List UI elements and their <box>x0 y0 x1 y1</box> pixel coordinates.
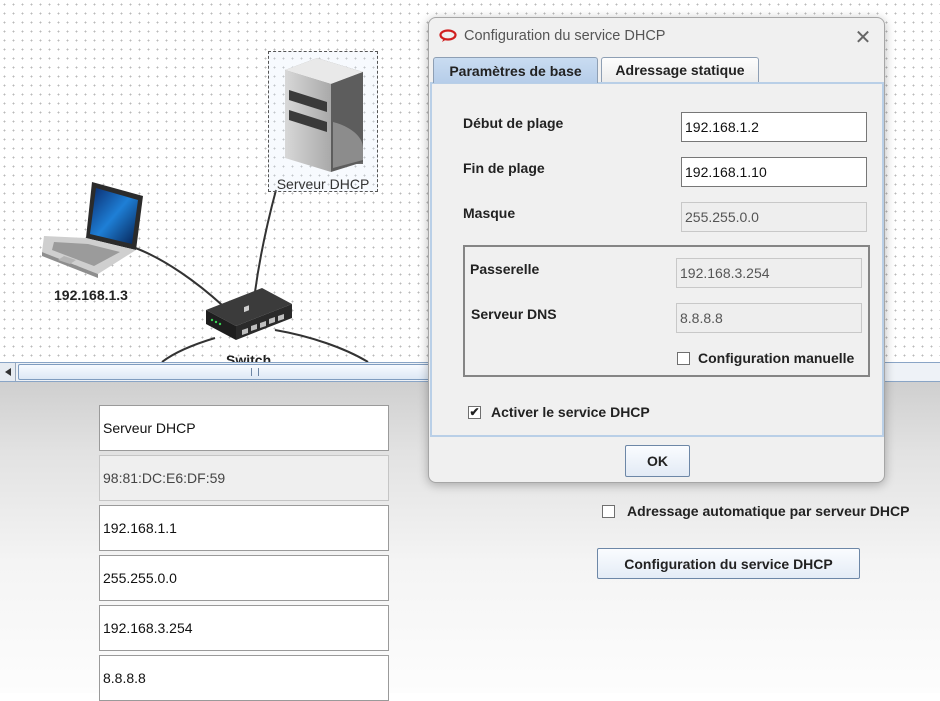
manual-config-label: Configuration manuelle <box>698 350 855 366</box>
activate-dhcp-label: Activer le service DHCP <box>491 404 650 420</box>
subnet-mask-field[interactable]: 255.255.0.0 <box>99 555 389 601</box>
server-label: Serveur DHCP <box>276 176 370 192</box>
tab-basic-settings[interactable]: Paramètres de base <box>433 57 598 83</box>
gateway-dns-group: Passerelle 192.168.3.254 Serveur DNS 8.8… <box>463 245 870 377</box>
range-end-label: Fin de plage <box>463 160 545 176</box>
auto-dhcp-option[interactable]: Adressage automatique par serveur DHCP <box>602 503 909 519</box>
check-icon: ✔ <box>469 405 480 419</box>
gateway-label: Passerelle <box>470 261 540 277</box>
device-name-field[interactable]: Serveur DHCP <box>99 405 389 451</box>
range-end-input[interactable]: 192.168.1.10 <box>681 157 867 187</box>
ok-button[interactable]: OK <box>625 445 690 477</box>
dns-field[interactable]: 8.8.8.8 <box>99 655 389 701</box>
range-start-label: Début de plage <box>463 115 564 131</box>
manual-config-option[interactable]: Configuration manuelle <box>677 350 854 366</box>
manual-config-checkbox[interactable] <box>677 351 690 365</box>
basic-settings-panel: Début de plage 192.168.1.2 Fin de plage … <box>430 82 884 437</box>
mask-input: 255.255.0.0 <box>681 202 867 232</box>
dns-label: Serveur DNS <box>471 306 557 322</box>
ip-address-field[interactable]: 192.168.1.1 <box>99 505 389 551</box>
dhcp-config-dialog: Configuration du service DHCP ✕ Paramètr… <box>428 17 885 483</box>
mask-label: Masque <box>463 205 516 221</box>
switch-label: Switch <box>226 352 272 362</box>
scroll-left-arrow-icon[interactable] <box>0 363 16 381</box>
dhcp-config-button[interactable]: Configuration du service DHCP <box>597 548 860 579</box>
gateway-field[interactable]: 192.168.3.254 <box>99 605 389 651</box>
range-start-input[interactable]: 192.168.1.2 <box>681 112 867 142</box>
gateway-input: 192.168.3.254 <box>676 258 862 288</box>
laptop-label: 192.168.1.3 <box>54 287 128 303</box>
app-logo-icon <box>439 29 457 42</box>
tab-static-addressing[interactable]: Adressage statique <box>601 57 759 82</box>
dialog-titlebar[interactable]: Configuration du service DHCP ✕ <box>429 18 884 56</box>
dhcp-server-node[interactable]: Serveur DHCP <box>268 51 378 192</box>
link-server-switch <box>254 189 277 293</box>
dialog-title: Configuration du service DHCP <box>464 28 666 44</box>
switch-icon[interactable] <box>200 284 296 344</box>
close-icon[interactable]: ✕ <box>850 24 876 50</box>
dns-input: 8.8.8.8 <box>676 303 862 333</box>
activate-dhcp-option[interactable]: ✔ Activer le service DHCP <box>468 404 650 420</box>
laptop-icon[interactable] <box>40 178 146 278</box>
auto-dhcp-label: Adressage automatique par serveur DHCP <box>627 503 910 519</box>
scrollbar-grip-icon <box>251 368 259 376</box>
server-tower-icon <box>285 58 363 172</box>
auto-dhcp-checkbox[interactable] <box>602 504 615 518</box>
scrollbar-thumb[interactable] <box>18 364 488 380</box>
activate-dhcp-checkbox[interactable]: ✔ <box>468 405 481 419</box>
mac-address-field: 98:81:DC:E6:DF:59 <box>99 455 389 501</box>
